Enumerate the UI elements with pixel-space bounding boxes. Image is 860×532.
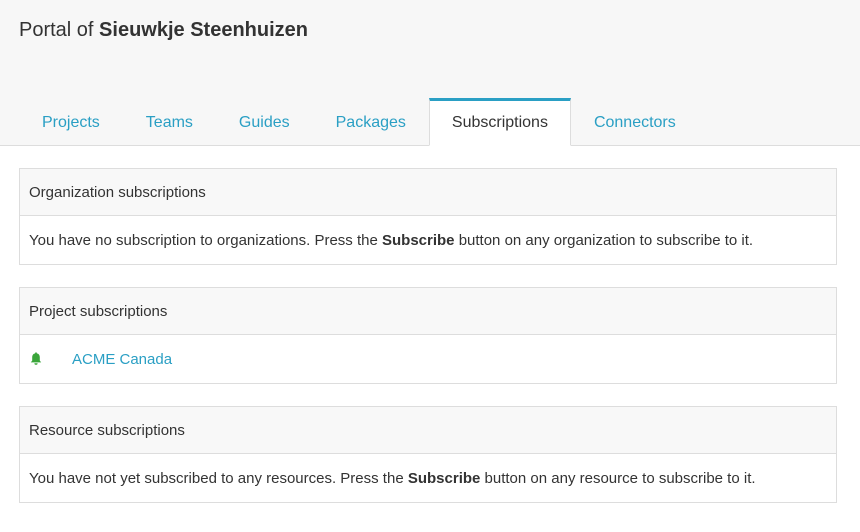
resource-subscribe-word: Subscribe [407, 469, 481, 487]
organization-empty-text-end: button on any organization to subscribe … [454, 231, 754, 249]
resource-subscriptions-heading: Resource subscriptions [20, 407, 836, 454]
tab-subscriptions[interactable]: Subscriptions [428, 98, 571, 146]
tab-guides[interactable]: Guides [216, 98, 313, 146]
project-subscriptions-panel: Project subscriptions ACME Canada [19, 287, 837, 384]
resource-subscriptions-panel: Resource subscriptions You have not yet … [19, 406, 837, 503]
organization-subscriptions-heading: Organization subscriptions [20, 169, 836, 216]
resource-subscriptions-body: You have not yet subscribed to any resou… [20, 454, 836, 502]
main-content: Organization subscriptions You have no s… [0, 146, 860, 503]
page-title: Portal of Sieuwkje Steenhuizen [19, 19, 308, 42]
tab-projects[interactable]: Projects [19, 98, 123, 146]
organization-subscriptions-body: You have no subscription to organization… [20, 216, 836, 264]
organization-subscriptions-panel: Organization subscriptions You have no s… [19, 168, 837, 265]
tab-packages[interactable]: Packages [313, 98, 429, 146]
resource-empty-text-end: button on any resource to subscribe to i… [480, 469, 756, 487]
portal-title-prefix: Portal of [19, 19, 94, 41]
project-link-acme-canada[interactable]: ACME Canada [72, 351, 172, 368]
bell-icon[interactable] [29, 352, 43, 366]
portal-header: Portal of Sieuwkje Steenhuizen Projects … [0, 0, 860, 146]
organization-empty-text-start: You have no subscription to organization… [29, 231, 382, 249]
list-item: ACME Canada [20, 335, 836, 383]
tab-bar: Projects Teams Guides Packages Subscript… [19, 98, 699, 146]
organization-subscribe-word: Subscribe [382, 231, 455, 249]
portal-owner-name: Sieuwkje Steenhuizen [99, 19, 308, 41]
resource-empty-text-start: You have not yet subscribed to any resou… [29, 469, 408, 487]
tab-connectors[interactable]: Connectors [571, 98, 699, 146]
project-subscriptions-heading: Project subscriptions [20, 288, 836, 335]
tab-teams[interactable]: Teams [123, 98, 216, 146]
